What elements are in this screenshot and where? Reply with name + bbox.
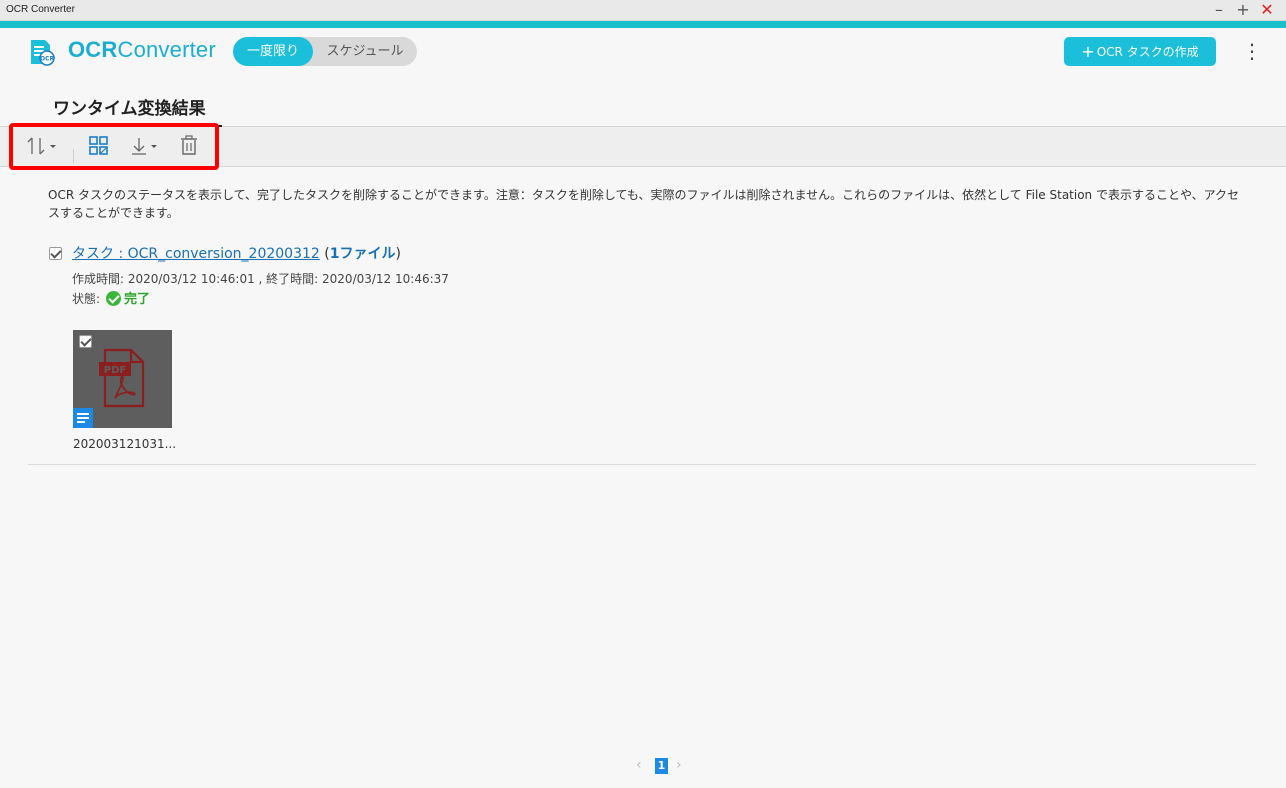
download-icon[interactable] — [128, 133, 160, 159]
mode-once-button[interactable]: 一度限り — [233, 37, 313, 66]
more-options-icon[interactable]: ⋮ — [1242, 38, 1262, 64]
task-times: 作成時間: 2020/03/12 10:46:01 , 終了時間: 2020/0… — [72, 272, 449, 286]
task-file-count: 1ファイル — [329, 246, 396, 262]
app-logo-icon: OCR — [31, 40, 55, 66]
grid-view-icon[interactable] — [88, 133, 110, 159]
file-name: 202003121031... — [73, 437, 177, 451]
toolbar — [0, 127, 1286, 167]
pdf-file-icon: PDF — [99, 348, 145, 408]
delete-icon[interactable] — [178, 133, 200, 159]
page-current[interactable]: 1 — [655, 758, 668, 774]
task-status: 状態: 完了 — [72, 291, 151, 307]
chevron-left-icon[interactable]: ‹ — [636, 757, 642, 773]
task-checkbox[interactable] — [49, 247, 62, 260]
svg-text:OCR: OCR — [40, 56, 55, 63]
minimize-icon[interactable]: – — [1210, 1, 1228, 19]
window-title: OCR Converter — [6, 4, 75, 15]
app-header: OCR OCRConverter 一度限り スケジュール + OCR タスクの作成… — [0, 28, 1286, 78]
description-text: OCR タスクのステータスを表示して、完了したタスクを削除することができます。注… — [48, 188, 1240, 220]
svg-text:PDF: PDF — [104, 365, 126, 376]
task-title: タスク : OCR_conversion_20200312 (1ファイル) — [72, 246, 401, 262]
sort-icon[interactable] — [26, 133, 58, 159]
file-checkbox[interactable] — [79, 335, 92, 348]
plus-icon: + — [1081, 42, 1095, 61]
document-badge-icon — [73, 408, 93, 428]
mode-schedule-button[interactable]: スケジュール — [313, 37, 417, 66]
task-link[interactable]: タスク : OCR_conversion_20200312 — [72, 246, 320, 262]
mode-switch: 一度限り スケジュール — [233, 37, 417, 66]
create-ocr-task-button[interactable]: + OCR タスクの作成 — [1064, 37, 1216, 66]
maximize-icon[interactable]: + — [1234, 1, 1252, 19]
window-titlebar: OCR Converter – + ✕ — [0, 0, 1286, 21]
tab-onetime-results[interactable]: ワンタイム変換結果 — [37, 94, 222, 127]
app-brand: OCRConverter — [68, 37, 216, 62]
accent-bar — [0, 21, 1286, 28]
file-thumbnail[interactable]: PDF — [73, 330, 172, 428]
section-divider — [28, 464, 1256, 465]
tab-bar: ワンタイム変換結果 — [0, 78, 1286, 127]
close-icon[interactable]: ✕ — [1258, 1, 1276, 19]
chevron-right-icon[interactable]: › — [676, 757, 682, 773]
check-circle-icon — [106, 291, 122, 306]
toolbar-separator — [73, 149, 74, 163]
create-ocr-task-label: OCR タスクの作成 — [1096, 45, 1199, 59]
status-value: 完了 — [124, 292, 151, 307]
